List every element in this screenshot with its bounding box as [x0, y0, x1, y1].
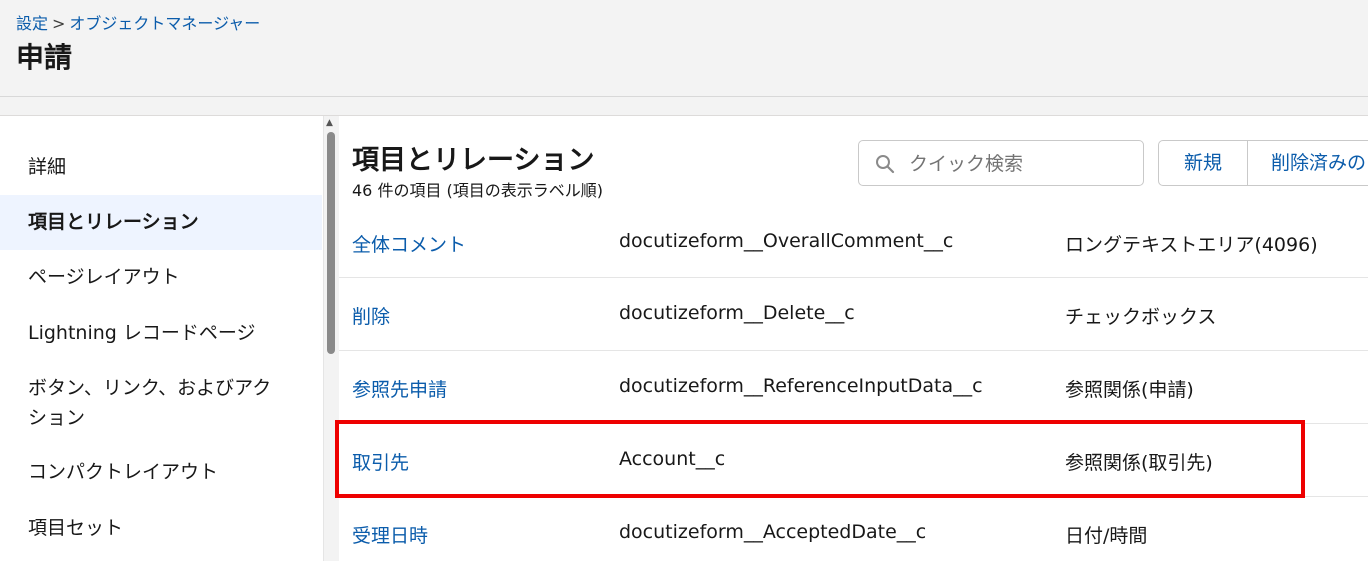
section-title: 項目とリレーション — [352, 145, 595, 176]
action-button-group: 新規 削除済みの — [1158, 140, 1368, 186]
breadcrumb-link-setup[interactable]: 設定 — [16, 14, 48, 33]
quick-search[interactable] — [858, 140, 1144, 186]
sidebar-item-lightning-record-pages[interactable]: Lightning レコードページ — [0, 318, 322, 348]
sidebar-item-compact-layouts[interactable]: コンパクトレイアウト — [0, 457, 322, 487]
section-subtitle: 46 件の項目 (項目の表示ラベル順) — [352, 181, 604, 200]
table-row: 受理日時 docutizeform__AcceptedDate__c 日付/時間 — [339, 497, 1368, 561]
deleted-fields-button[interactable]: 削除済みの — [1271, 141, 1366, 185]
field-data-type: 参照関係(申請) — [1065, 379, 1194, 401]
search-icon — [876, 155, 895, 174]
new-field-button[interactable]: 新規 — [1159, 141, 1248, 185]
breadcrumb: 設定 > オブジェクトマネージャー — [16, 10, 260, 34]
search-input[interactable] — [907, 149, 1141, 179]
field-label-link[interactable]: 参照先申請 — [352, 375, 447, 402]
field-data-type: チェックボックス — [1065, 306, 1217, 328]
sidebar-item-label: ボタン、リンク、およびアク — [28, 377, 272, 399]
sidebar-item-buttons-links-actions[interactable]: ボタン、リンク、およびアク ション — [0, 373, 322, 433]
field-api-name: docutizeform__OverallComment__c — [619, 230, 954, 252]
sidebar-scrollbar-thumb[interactable] — [327, 132, 335, 354]
field-api-name: docutizeform__Delete__c — [619, 302, 855, 324]
field-api-name: docutizeform__ReferenceInputData__c — [619, 375, 983, 397]
breadcrumb-separator: > — [52, 14, 66, 33]
field-label-link[interactable]: 全体コメント — [352, 230, 466, 257]
sidebar-item-details[interactable]: 詳細 — [0, 152, 322, 182]
scroll-up-arrow-icon[interactable]: ▲ — [326, 118, 333, 128]
field-data-type: 参照関係(取引先) — [1065, 452, 1213, 474]
header-spacer — [0, 97, 1368, 116]
field-label-link[interactable]: 削除 — [352, 302, 390, 329]
sidebar: 詳細 項目とリレーション ページレイアウト Lightning レコードページ … — [0, 116, 326, 561]
table-row: 取引先 Account__c 参照関係(取引先) — [339, 424, 1368, 497]
table-row: 削除 docutizeform__Delete__c チェックボックス — [339, 278, 1368, 351]
field-api-name: docutizeform__AcceptedDate__c — [619, 521, 927, 543]
sidebar-item-field-sets[interactable]: 項目セット — [0, 513, 322, 543]
page-title: 申請 — [16, 41, 73, 74]
table-row: 参照先申請 docutizeform__ReferenceInputData__… — [339, 351, 1368, 424]
sidebar-item-page-layouts[interactable]: ページレイアウト — [0, 262, 322, 292]
breadcrumb-link-object-manager[interactable]: オブジェクトマネージャー — [69, 14, 260, 33]
field-label-link[interactable]: 受理日時 — [352, 521, 428, 548]
sidebar-item-label-line2: ション — [28, 407, 86, 429]
page-header: 設定 > オブジェクトマネージャー 申請 — [0, 0, 1368, 97]
sidebar-item-fields-relationships[interactable]: 項目とリレーション — [0, 195, 322, 250]
field-api-name: Account__c — [619, 448, 726, 470]
field-label-link[interactable]: 取引先 — [352, 448, 409, 475]
field-data-type: 日付/時間 — [1065, 525, 1148, 547]
field-data-type: ロングテキストエリア(4096) — [1065, 234, 1318, 256]
table-row-clipped: 全体コメント docutizeform__OverallComment__c ロ… — [339, 226, 1368, 278]
